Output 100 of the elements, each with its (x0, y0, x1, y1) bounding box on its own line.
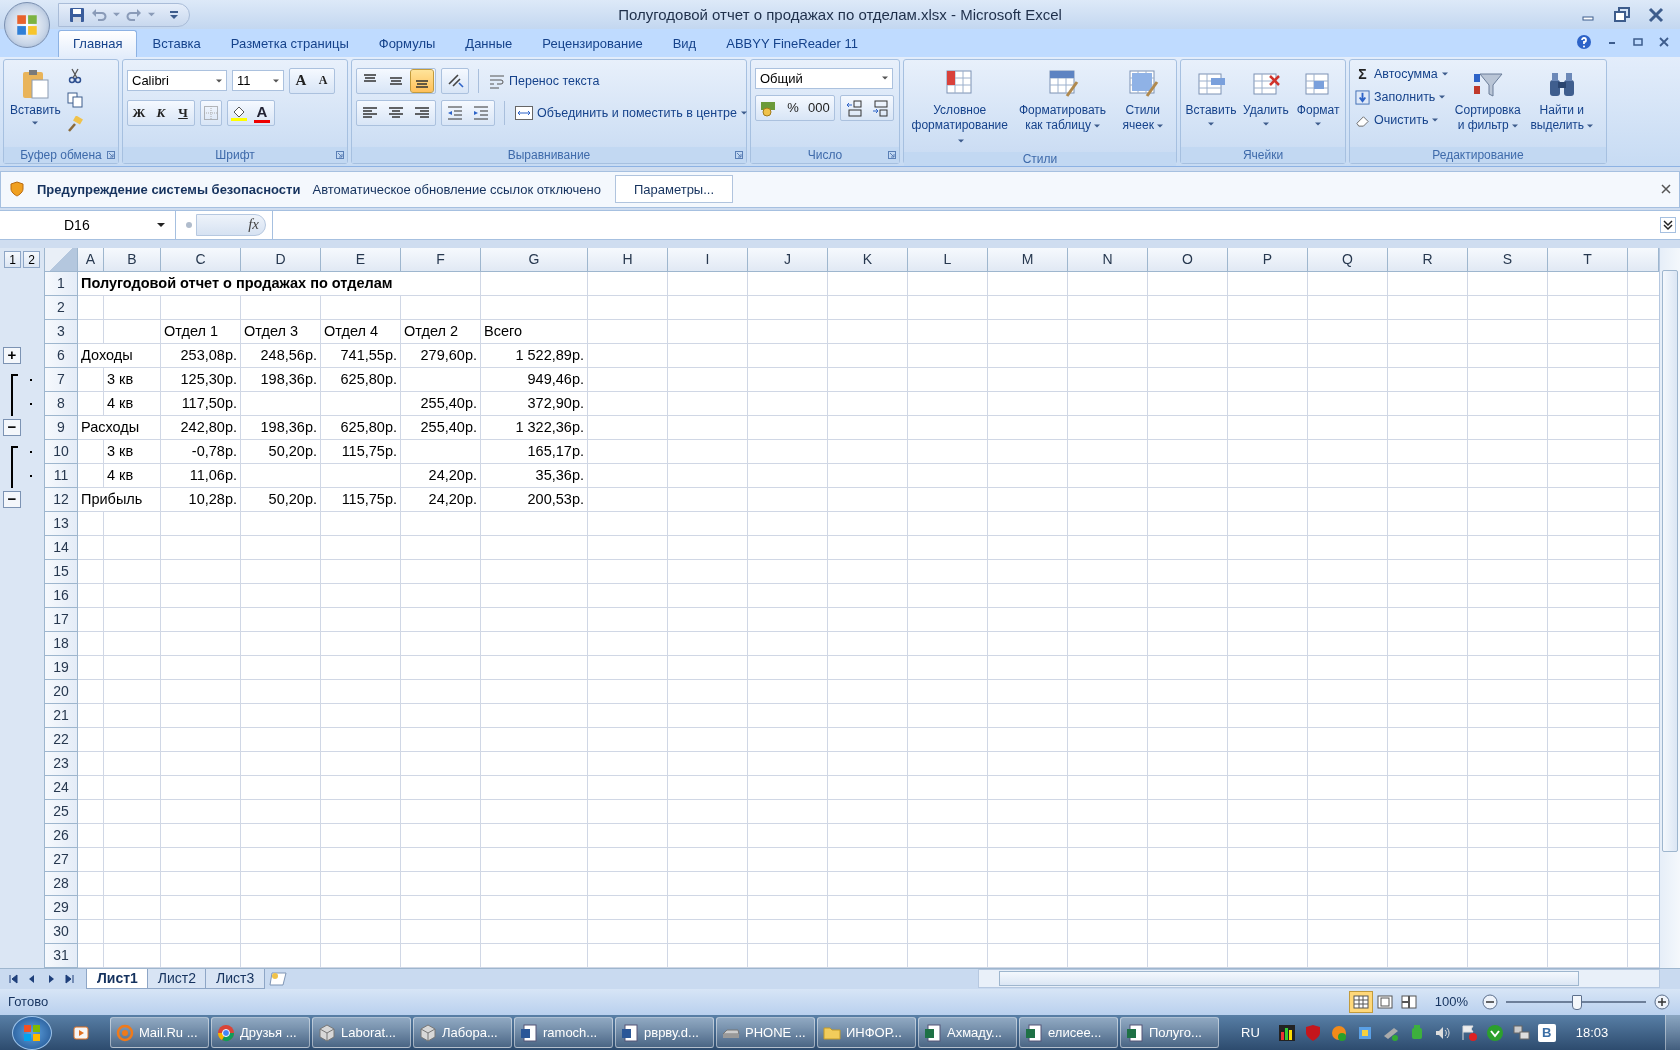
wrap-text-button[interactable]: Перенос текста (488, 70, 601, 91)
flag-alert-icon[interactable] (1459, 1023, 1478, 1042)
row-header[interactable]: 25 (45, 799, 78, 824)
column-header[interactable]: F (401, 247, 481, 272)
row-header[interactable]: 11 (45, 463, 78, 488)
column-header[interactable]: R (1388, 247, 1468, 272)
close-icon[interactable] (1658, 35, 1670, 48)
outline-toggle-button[interactable]: − (3, 490, 21, 508)
outline-level-button[interactable]: 1 (4, 251, 21, 269)
paste-button[interactable]: Вставить (8, 63, 63, 130)
brush-icon[interactable] (66, 115, 83, 132)
editing-button[interactable]: Очистить (1354, 110, 1449, 130)
taskbar-button[interactable]: Mail.Ru ... (110, 1017, 209, 1048)
zoom-level[interactable]: 100% (1434, 994, 1468, 1010)
vertical-scrollbar[interactable] (1659, 247, 1680, 968)
merge-center-button[interactable]: Объединить и поместить в центре (514, 103, 748, 122)
styles-button[interactable]: Стили ячеек (1113, 63, 1172, 137)
bold-button[interactable]: Ж (128, 101, 150, 124)
clock[interactable]: 18:03 (1575, 1025, 1609, 1040)
column-header[interactable]: Q (1308, 247, 1388, 272)
number-format-field[interactable]: Общий (755, 67, 893, 89)
row-header[interactable]: 16 (45, 583, 78, 608)
insert-function-button[interactable]: fx (196, 213, 266, 236)
zoom-slider[interactable] (1506, 993, 1646, 1010)
ribbon-tab[interactable]: Вставка (137, 29, 216, 57)
row-header[interactable]: 2 (45, 295, 78, 320)
zoom-in-icon[interactable] (1654, 993, 1670, 1010)
column-header[interactable]: J (748, 247, 828, 272)
styles-button[interactable]: Условное форматирование (908, 63, 1012, 152)
row-header[interactable]: 22 (45, 727, 78, 752)
dialog-launcher-icon[interactable] (107, 150, 115, 159)
help-icon[interactable] (1576, 33, 1592, 50)
column-header[interactable]: D (241, 247, 321, 272)
row-header[interactable]: 19 (45, 655, 78, 680)
ribbon-tab[interactable]: Данные (450, 29, 528, 57)
last-sheet-icon[interactable] (65, 973, 75, 984)
office-button[interactable] (4, 2, 50, 48)
bar-chart-icon[interactable] (1277, 1023, 1296, 1042)
column-header[interactable]: C (161, 247, 241, 272)
zoom-out-icon[interactable] (1482, 993, 1498, 1010)
row-header[interactable]: 24 (45, 775, 78, 800)
taskbar-button[interactable]: Ахмаду... (918, 1017, 1017, 1048)
copy-icon[interactable] (66, 91, 83, 108)
slider-thumb[interactable] (1572, 994, 1582, 1010)
column-header[interactable]: M (988, 247, 1068, 272)
shrink-font-button[interactable]: A (312, 69, 334, 92)
expand-icon[interactable] (1660, 216, 1676, 233)
column-header[interactable]: T (1548, 247, 1628, 272)
restore-icon[interactable] (1632, 35, 1644, 48)
sheet-tab[interactable]: Лист1 (86, 968, 149, 989)
thousands-button[interactable]: 000 (804, 96, 834, 119)
outline-level-button[interactable]: 2 (23, 251, 40, 269)
cells-button[interactable]: Удалить (1241, 63, 1291, 131)
close-icon[interactable] (1661, 184, 1671, 195)
vertical-align-icon[interactable] (411, 69, 433, 92)
font-family-field[interactable]: Calibri (127, 70, 227, 92)
column-header[interactable]: O (1148, 247, 1228, 272)
taskbar-button[interactable]: Полуго... (1120, 1017, 1219, 1048)
row-header[interactable]: 6 (45, 343, 78, 368)
row-header[interactable]: 20 (45, 679, 78, 704)
scissors-icon[interactable] (66, 67, 83, 84)
editing-button[interactable]: Найти и выделить (1526, 63, 1597, 137)
column-header[interactable]: S (1468, 247, 1548, 272)
row-header[interactable]: 10 (45, 439, 78, 464)
language-indicator[interactable]: RU (1241, 1025, 1260, 1040)
row-header[interactable]: 21 (45, 703, 78, 728)
tray-app-icon[interactable]: В (1537, 1023, 1556, 1042)
cells-button[interactable]: Вставить (1185, 63, 1237, 131)
outline-toggle-button[interactable]: + (3, 346, 21, 364)
column-header[interactable]: H (588, 247, 668, 272)
row-header[interactable]: 26 (45, 823, 78, 848)
next-sheet-icon[interactable] (46, 973, 56, 984)
ribbon-tab[interactable]: Разметка страницы (215, 29, 364, 57)
taskbar-button[interactable]: ИНФОР... (817, 1017, 916, 1048)
status-badge-icon[interactable] (1329, 1023, 1348, 1042)
editing-button[interactable]: Σ Автосумма (1354, 63, 1449, 84)
grip-icon[interactable] (186, 221, 192, 228)
cell-grid[interactable] (78, 271, 1659, 968)
ribbon-tab[interactable]: ABBYY FineReader 11 (711, 29, 873, 57)
row-header[interactable]: 27 (45, 847, 78, 872)
column-header[interactable]: G (481, 247, 588, 272)
save-icon[interactable] (69, 6, 85, 23)
row-header[interactable]: 12 (45, 487, 78, 512)
underline-button[interactable]: Ч (172, 101, 194, 124)
row-header[interactable]: 17 (45, 607, 78, 632)
editing-button[interactable]: Сортировка и фильтр (1452, 63, 1523, 137)
row-header[interactable]: 1 (45, 271, 78, 296)
taskbar-button[interactable]: PHONE ... (716, 1017, 815, 1048)
dialog-launcher-icon[interactable] (336, 150, 344, 159)
font-size-field[interactable]: 11 (232, 70, 284, 92)
taskbar-button[interactable]: Laborat... (312, 1017, 411, 1048)
taskbar-button[interactable]: Друзья ... (211, 1017, 310, 1048)
italic-button[interactable]: К (150, 101, 172, 124)
styles-button[interactable]: Форматировать как таблицу (1015, 63, 1110, 137)
dialog-launcher-icon[interactable] (888, 150, 896, 159)
row-header[interactable]: 3 (45, 319, 78, 344)
horizontal-scrollbar[interactable] (978, 969, 1660, 989)
column-header[interactable]: I (668, 247, 748, 272)
column-header[interactable]: P (1228, 247, 1308, 272)
outline-toggle-button[interactable]: − (3, 418, 21, 436)
